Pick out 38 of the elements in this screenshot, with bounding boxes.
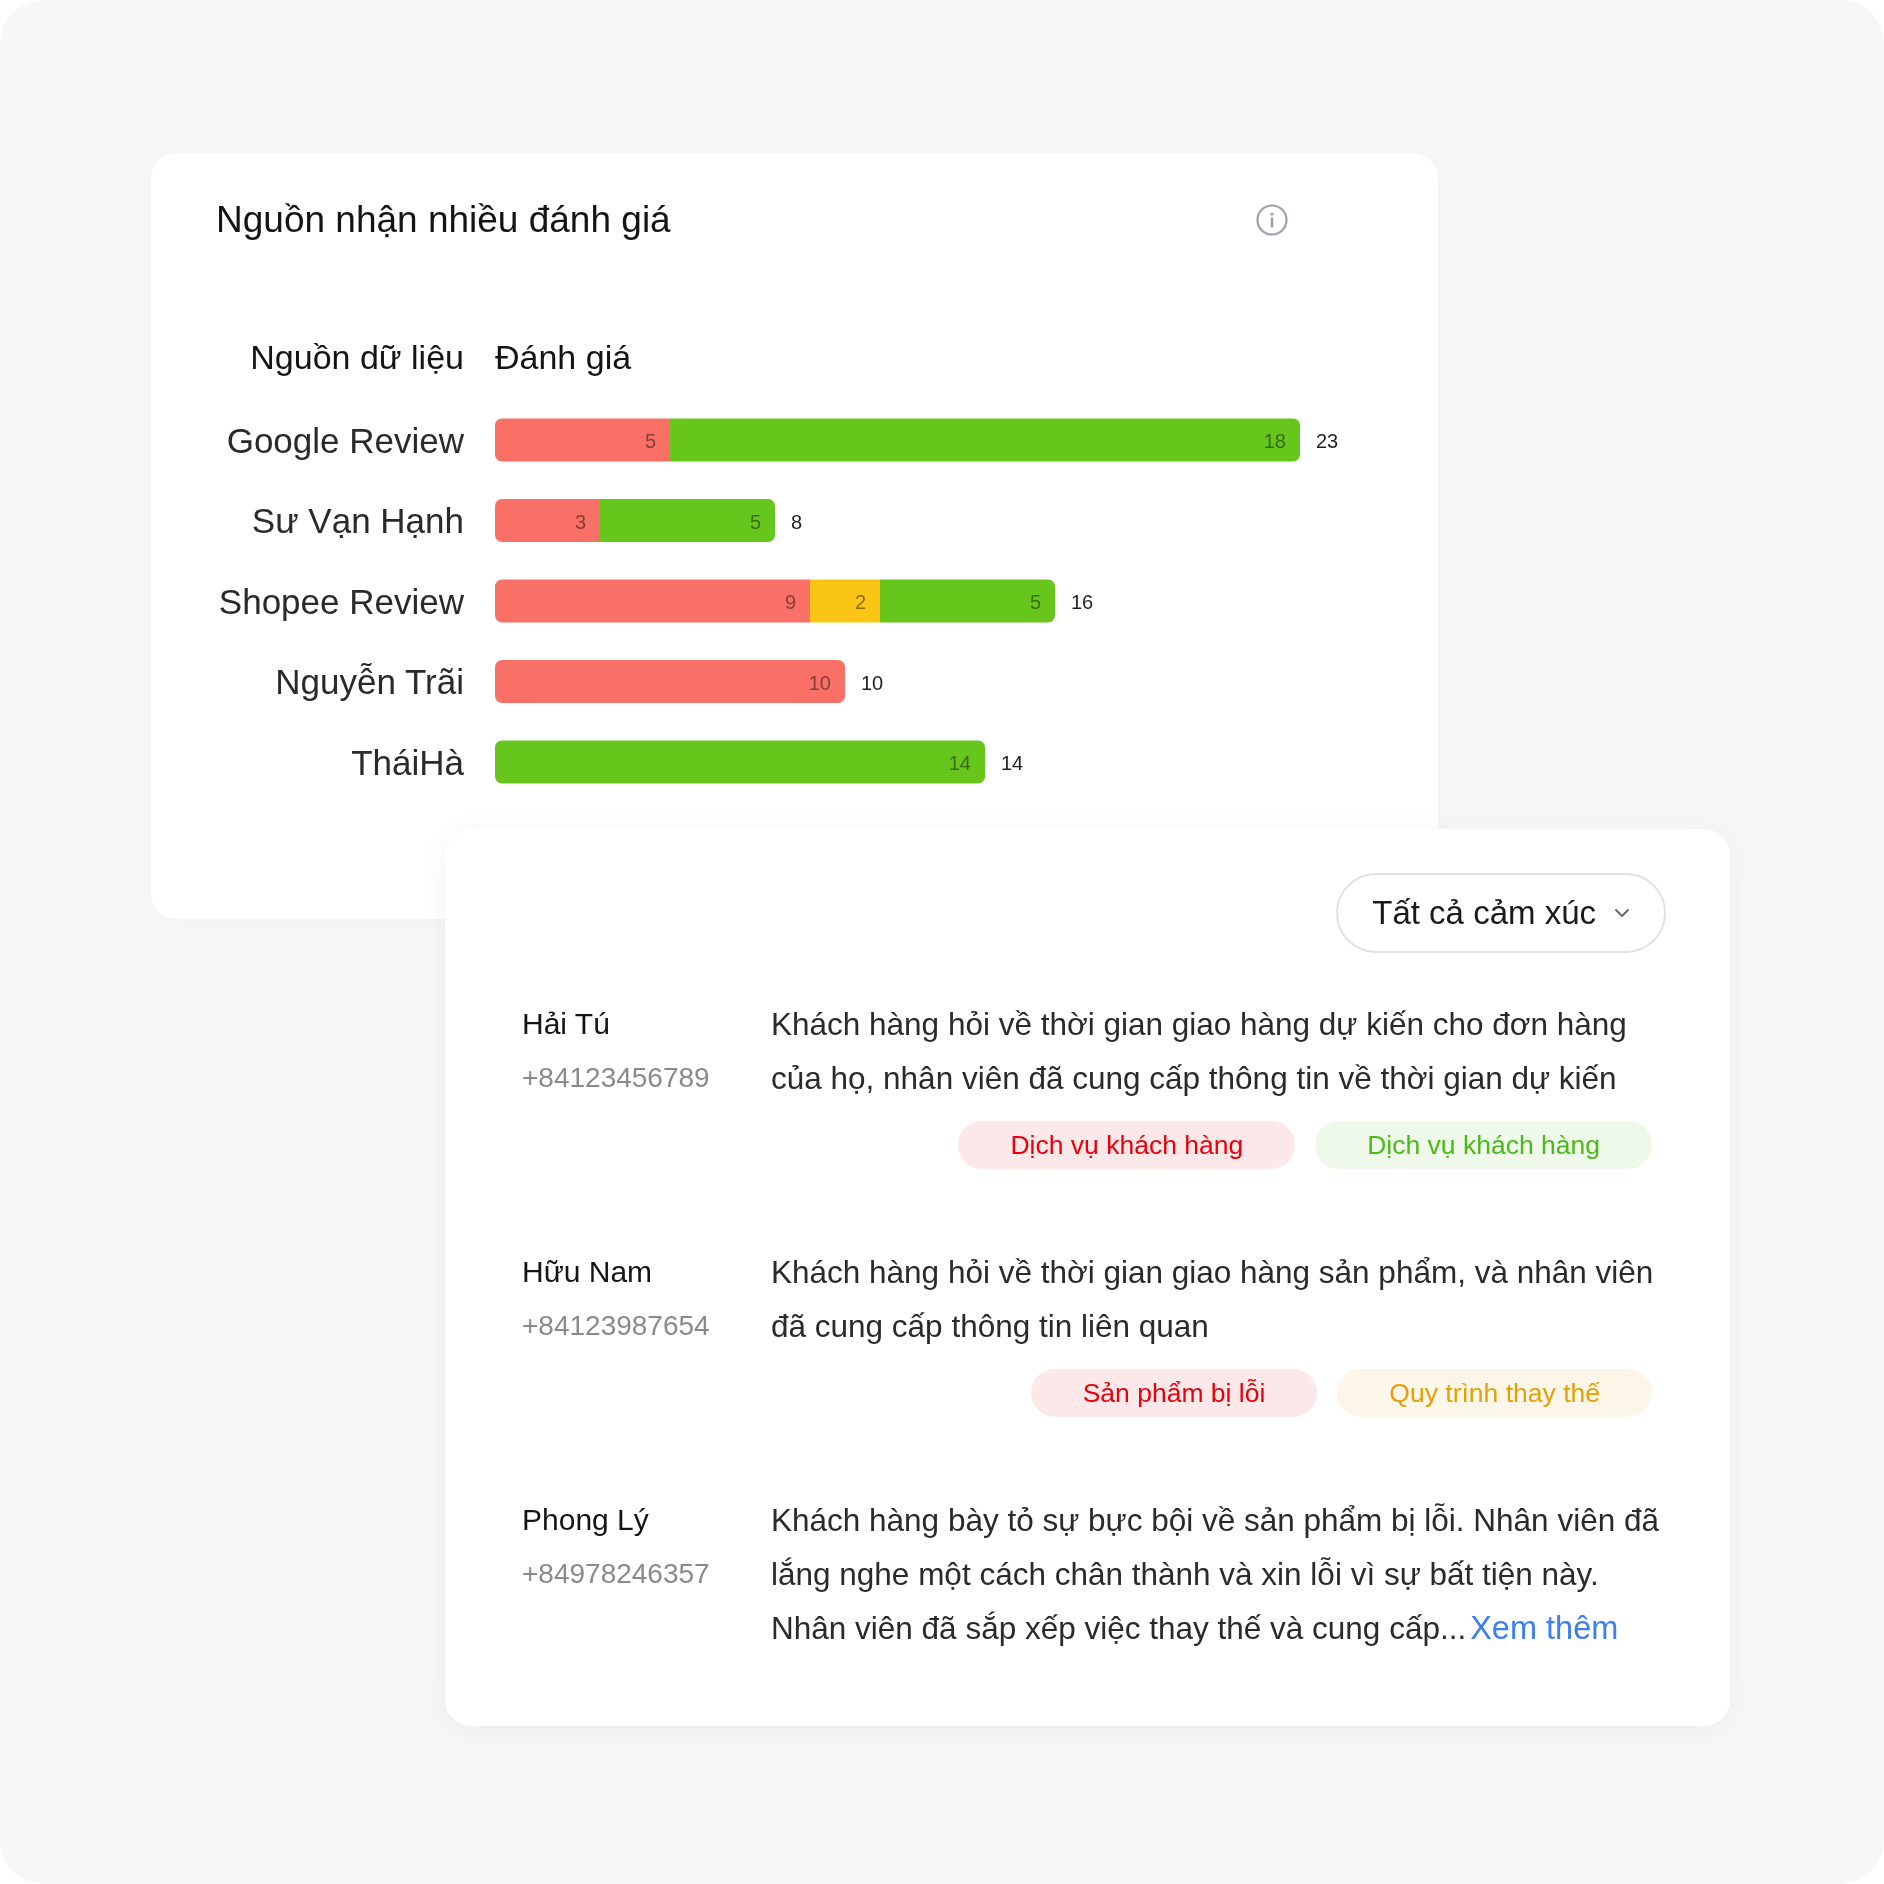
bar-value-label: 3 bbox=[574, 510, 586, 533]
filter-dropdown[interactable]: Tất cả cảm xúc bbox=[1336, 873, 1666, 953]
bar-value-label: 5 bbox=[1029, 591, 1041, 613]
topic-tag: Sản phẩm bị lỗi bbox=[1030, 1369, 1318, 1417]
column-header: Nguồn dữ liệu bbox=[250, 338, 464, 376]
bar-total-label: 23 bbox=[1316, 430, 1339, 452]
phone-number: +84978246357 bbox=[522, 1557, 710, 1591]
bar-total-label: 10 bbox=[861, 671, 884, 694]
bar-total-label: 16 bbox=[1071, 591, 1094, 613]
customer-name: Hữu Nam bbox=[522, 1254, 653, 1290]
bar-value-label: 14 bbox=[948, 752, 971, 774]
source-label: Shopee Review bbox=[218, 581, 464, 621]
review-summary: Khách hàng hỏi về thời gian giao hàng sản phẩm, và nhân viên đã cung cấp thông tin liên quan bbox=[771, 1253, 1655, 1346]
bar-value-label: 18 bbox=[1263, 430, 1286, 452]
customer-name: Phong Lý bbox=[522, 1502, 649, 1538]
source-label: TháiHà bbox=[351, 742, 464, 782]
bar-value-label: 5 bbox=[644, 430, 656, 452]
bar-value-label: 9 bbox=[784, 591, 796, 613]
column-header: Đánh giá bbox=[495, 338, 632, 376]
bar-total-label: 8 bbox=[791, 510, 803, 533]
topic-tag: Dịch vụ khách hàng bbox=[1315, 1121, 1652, 1169]
bar-value-label: 2 bbox=[854, 591, 866, 613]
bar-value-label: 5 bbox=[749, 510, 761, 533]
phone-number: +84123456789 bbox=[522, 1061, 710, 1095]
review-summary: Khách hàng bày tỏ sự bực bội về sản phẩm bị lỗi. Nhân viên đã lắng nghe một cách chân thành và xin lỗi vì sự bất tiện này. Nhân viên đã sắp xếp việc thay thế và cung cấp...Xem thêm bbox=[771, 1501, 1660, 1648]
source-label: Sư Vạn Hạnh bbox=[251, 501, 464, 540]
customer-name: Hải Tú bbox=[522, 1006, 610, 1042]
topic-tag: Dịch vụ khách hàng bbox=[958, 1121, 1296, 1169]
bar-total-label: 14 bbox=[1001, 752, 1024, 774]
phone-number: +84123987654 bbox=[522, 1309, 710, 1343]
source-label: Google Review bbox=[226, 420, 464, 460]
bar-value-label: 10 bbox=[808, 671, 831, 694]
info-icon[interactable] bbox=[1256, 204, 1288, 236]
see-more-link[interactable]: Xem thêm bbox=[1470, 1610, 1619, 1646]
topic-tag: Quy trình thay thế bbox=[1337, 1369, 1652, 1417]
card-title: Nguồn nhận nhiều đánh giá bbox=[216, 198, 671, 242]
source-label: Nguyễn Trãi bbox=[275, 662, 464, 701]
review-summary: Khách hàng hỏi về thời gian giao hàng dự kiến cho đơn hàng của họ, nhân viên đã cung cấp thông tin về thời gian dự kiến bbox=[771, 1005, 1628, 1098]
